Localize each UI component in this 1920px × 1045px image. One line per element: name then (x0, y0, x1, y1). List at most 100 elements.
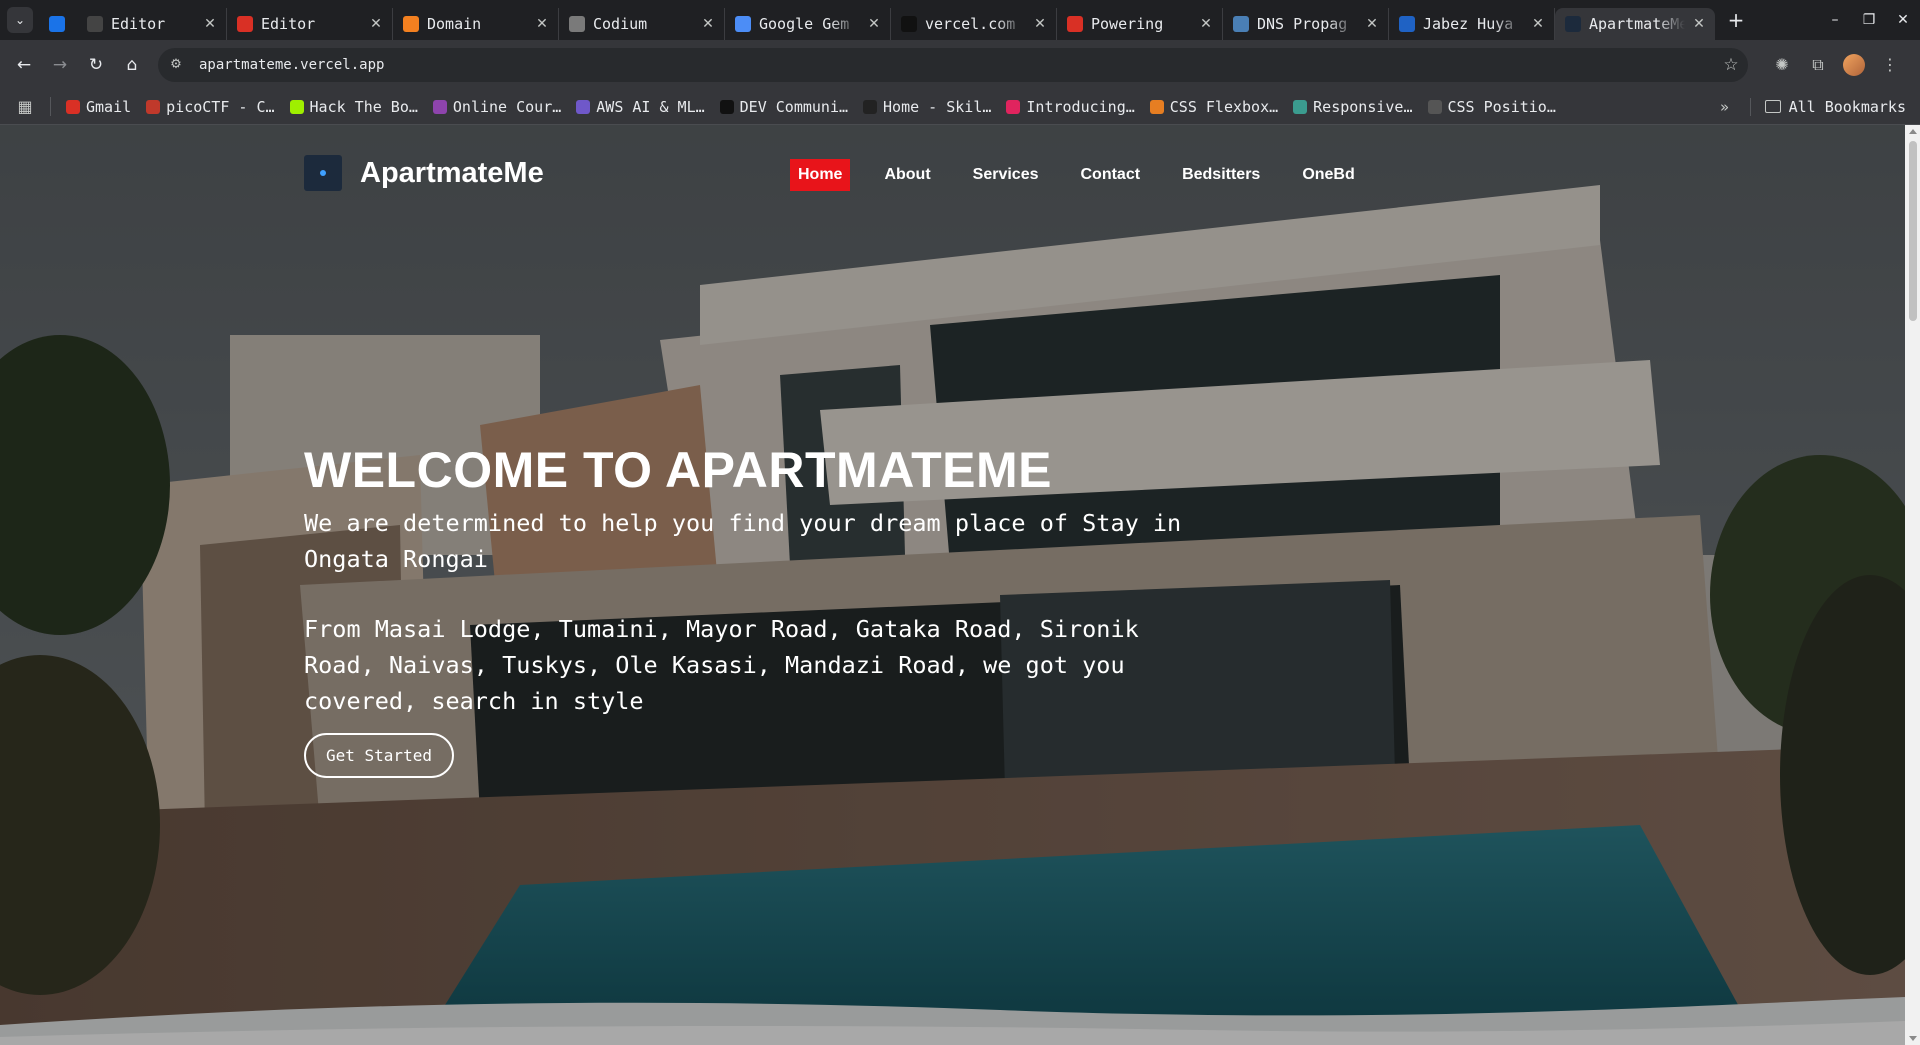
tab-title: Domain (427, 15, 482, 33)
browser-tab[interactable]: DNS Propag ✕ (1223, 8, 1389, 40)
browser-toolbar: ← → ↻ ⌂ ⚙ apartmateme.vercel.app ☆ ✺ ⧉ ⋮ (0, 40, 1920, 89)
nav-link-about[interactable]: About (876, 159, 938, 191)
tab-title: Editor (111, 15, 166, 33)
bookmark-item[interactable]: DEV Communi… (719, 97, 849, 116)
browser-tab[interactable]: Editor ✕ (227, 8, 393, 40)
cloudflare-icon (403, 16, 419, 32)
terminal-icon (49, 16, 65, 32)
bookmark-label: picoCTF - C… (166, 97, 275, 116)
nav-link-home[interactable]: Home (790, 159, 851, 191)
minimize-icon[interactable]: – (1818, 12, 1852, 28)
tab-title: Editor (261, 15, 316, 33)
tab-title: Jabez Huya (1423, 15, 1514, 33)
window-controls: – ❐ ✕ (1818, 0, 1920, 40)
address-bar[interactable]: ⚙ apartmateme.vercel.app ☆ (158, 47, 1748, 82)
bookmark-label: Online Cour… (452, 97, 562, 116)
hero-heading: WELCOME TO APARTMATEME (304, 442, 1052, 498)
browser-tab[interactable]: Powering ✕ (1057, 8, 1223, 40)
apartmateme-icon (1565, 16, 1581, 32)
bookmark-label: Home - Skil… (883, 97, 992, 116)
site-info-icon[interactable]: ⚙ (161, 50, 191, 80)
bookmark-item[interactable]: Gmail (66, 98, 131, 116)
tab-close-icon[interactable]: ✕ (1530, 16, 1546, 32)
tab-active[interactable]: ApartmateMe ✕ (1555, 8, 1715, 40)
tab-close-icon[interactable]: ✕ (368, 16, 384, 32)
vercel-icon (901, 16, 917, 32)
forward-icon[interactable]: → (42, 47, 78, 83)
bookmark-item[interactable]: Hack The Bo… (289, 98, 418, 116)
browser-tab[interactable]: vercel.com ✕ (891, 8, 1057, 40)
jc-icon (87, 16, 103, 32)
bookmark-item[interactable]: CSS Positio… (1427, 98, 1556, 116)
scroll-down-icon[interactable] (1909, 1036, 1917, 1041)
bookmark-item[interactable]: Home - Skil… (863, 98, 991, 116)
bookmark-label: Responsive… (1313, 97, 1413, 116)
bookmarks-bar: ▦ Gmail picoCTF - C… Hack The Bo… Online Co… (0, 89, 1920, 125)
browser-tab[interactable]: Editor ✕ (77, 8, 227, 40)
tab-title: DNS Propag (1257, 15, 1348, 33)
browser-tab[interactable]: Codium ✕ (559, 8, 725, 40)
gemini-icon (735, 16, 751, 32)
url-text[interactable]: apartmateme.vercel.app (199, 57, 1714, 73)
flexbox-icon (1149, 99, 1164, 114)
extensions-puzzle-icon[interactable]: ⧉ (1800, 47, 1836, 83)
get-started-button[interactable]: Get Started (304, 733, 454, 778)
hero-sub-text: From Masai Lodge, Tumaini, Mayor Road, G… (304, 615, 1139, 715)
all-bookmarks-label: All Bookmarks (1788, 97, 1906, 116)
nav-link-contact[interactable]: Contact (1073, 159, 1149, 191)
bookmark-item[interactable]: CSS Flexbox… (1149, 98, 1278, 116)
restore-icon[interactable]: ❐ (1852, 12, 1886, 28)
nav-link-onebd[interactable]: OneBd (1294, 159, 1362, 191)
tab-close-icon[interactable]: ✕ (866, 16, 882, 32)
browser-tab[interactable]: Jabez Huya ✕ (1389, 8, 1555, 40)
hero-content: WELCOME TO APARTMATEME We are determined… (304, 441, 1204, 778)
dev-icon (719, 99, 734, 114)
tab-close-icon[interactable]: ✕ (1691, 16, 1707, 32)
close-window-icon[interactable]: ✕ (1886, 12, 1920, 28)
home-icon[interactable]: ⌂ (114, 47, 150, 83)
profile-avatar[interactable] (1843, 53, 1865, 76)
all-bookmarks-button[interactable]: All Bookmarks (1749, 97, 1906, 116)
new-tab-button[interactable]: + (1721, 8, 1751, 32)
browser-tab[interactable] (39, 8, 77, 40)
extension-icon[interactable]: ✺ (1764, 47, 1800, 83)
browser-tab[interactable]: Google Gem ✕ (725, 8, 891, 40)
bookmark-item[interactable]: Introducing… (1006, 98, 1135, 116)
aws-icon (576, 99, 591, 114)
nav-link-services[interactable]: Services (965, 159, 1047, 191)
skill-icon (863, 99, 878, 114)
bookmark-star-icon[interactable]: ☆ (1714, 55, 1748, 75)
gmail-icon (237, 16, 253, 32)
browser-tab[interactable]: Domain ✕ (393, 8, 559, 40)
tab-close-icon[interactable]: ✕ (1198, 16, 1214, 32)
tab-close-icon[interactable]: ✕ (534, 16, 550, 32)
tab-title: vercel.com (925, 15, 1016, 33)
tab-close-icon[interactable]: ✕ (1032, 16, 1048, 32)
menu-kebab-icon[interactable]: ⋮ (1872, 47, 1908, 83)
apps-grid-icon[interactable]: ▦ (0, 97, 51, 116)
bookmark-item[interactable]: Responsive… (1293, 97, 1413, 116)
bookmark-item[interactable]: Online Cour… (432, 97, 562, 116)
bookmark-label: Gmail (86, 97, 132, 116)
scrollbar-thumb[interactable] (1909, 141, 1917, 321)
tab-close-icon[interactable]: ✕ (202, 16, 218, 32)
hackthebox-icon (289, 99, 304, 114)
nav-link-bedsitters[interactable]: Bedsitters (1174, 159, 1268, 191)
reload-icon[interactable]: ↻ (78, 47, 114, 83)
tab-strip: ⌄ Editor ✕ Editor ✕ Domain ✕ Codium ✕ Google Gem… (0, 0, 1920, 40)
site-logo[interactable]: ApartmateMe (304, 155, 544, 191)
bookmark-item[interactable]: AWS AI & ML… (576, 98, 705, 116)
logo-text: ApartmateMe (360, 156, 544, 189)
responsive-icon (1293, 99, 1308, 114)
tab-search-button[interactable]: ⌄ (7, 7, 33, 33)
tab-title: ApartmateMe (1589, 15, 1685, 33)
more-bookmarks-icon[interactable]: » (1710, 98, 1740, 116)
back-icon[interactable]: ← (6, 47, 42, 83)
bookmark-item[interactable]: picoCTF - C… (146, 97, 275, 116)
page-scrollbar[interactable] (1905, 125, 1920, 1045)
scroll-up-icon[interactable] (1909, 129, 1917, 134)
tab-title: Google Gem (759, 15, 850, 33)
tab-close-icon[interactable]: ✕ (1364, 16, 1380, 32)
bookmark-label: DEV Communi… (739, 97, 849, 116)
tab-close-icon[interactable]: ✕ (700, 16, 716, 32)
